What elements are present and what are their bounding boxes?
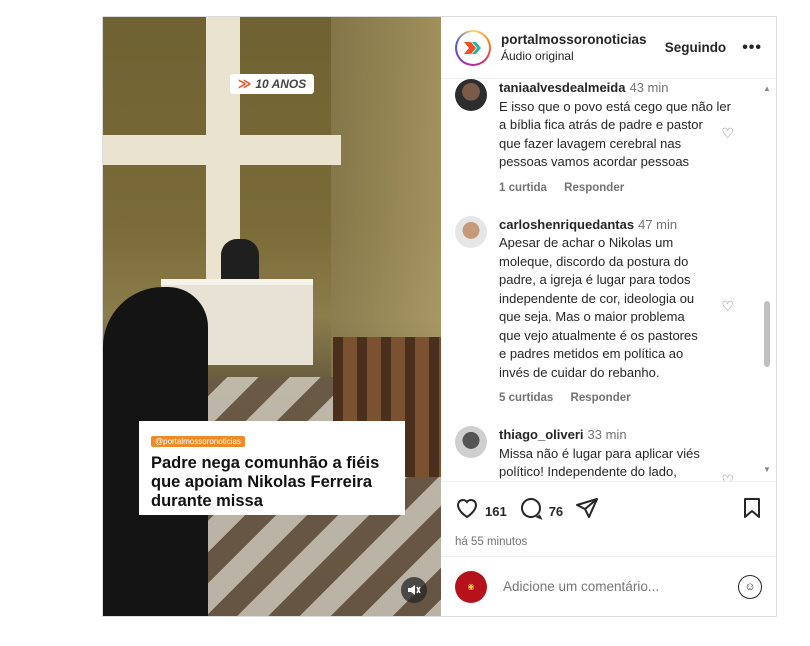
comment-header-line: taniaalvesdealmeida 43 min: [499, 79, 732, 98]
account-username[interactable]: portalmossoronoticias: [501, 32, 665, 47]
post-card: ≫ 10 ANOS @portalmossoronoticias Padre n…: [102, 16, 777, 617]
scroll-down-icon[interactable]: ▼: [763, 465, 771, 474]
audio-label[interactable]: Áudio original: [501, 49, 665, 63]
comment-text-line: E isso que o povo está cego que não ler: [499, 98, 731, 114]
comment-input[interactable]: [501, 578, 738, 595]
comment-text-line: que seja. Mas o maior problema: [499, 309, 685, 324]
bookmark-icon[interactable]: [742, 497, 762, 525]
emoji-icon[interactable]: ☺: [738, 574, 762, 599]
heart-icon[interactable]: ♡: [721, 298, 734, 315]
likes-count[interactable]: 161: [485, 504, 507, 519]
share-icon[interactable]: [575, 496, 599, 526]
account-info: portalmossoronoticias Áudio original: [501, 32, 665, 63]
comment-time: 47 min: [638, 216, 678, 232]
comment-likes-count[interactable]: 5 curtidas: [499, 392, 553, 404]
comment-text-line: pessoas vamos acordar pessoas: [499, 154, 690, 169]
commenter-username[interactable]: taniaalvesdealmeida: [499, 80, 625, 95]
scrollbar-thumb[interactable]: [764, 301, 770, 367]
comment-text-line: independente de cor, ideologia ou: [499, 290, 695, 306]
like-heart-icon[interactable]: [455, 497, 479, 525]
current-user-avatar: ◉: [455, 570, 487, 603]
comment-header-line: thiago_oliveri 33 min: [499, 426, 732, 445]
more-options-icon[interactable]: •••: [742, 39, 762, 57]
actions-row: 161 76: [455, 496, 762, 526]
comment-likes-count[interactable]: 1 curtida: [499, 182, 547, 194]
heart-icon[interactable]: ♡: [721, 125, 734, 142]
comment-time: 33 min: [587, 427, 627, 442]
brand-logo-icon: [457, 31, 489, 64]
scroll-up-icon[interactable]: ▲: [763, 84, 771, 93]
reply-button[interactable]: Responder: [571, 392, 631, 404]
commenter-avatar[interactable]: [455, 215, 487, 248]
post-header: portalmossoronoticias Áudio original Seg…: [441, 17, 776, 79]
comment-bubble-icon[interactable]: [519, 496, 543, 526]
commenter-username[interactable]: carloshenriquedantas: [499, 217, 634, 232]
caption-headline: Padre nega comunhão a fiéis que apoiam N…: [151, 454, 380, 510]
comment-text-line: Apesar de achar o Nikolas um: [499, 235, 674, 250]
comment-item: thiago_oliveri 33 min Missa não é lugar p…: [455, 426, 762, 481]
following-button[interactable]: Seguindo: [665, 40, 727, 55]
brand-logo-icon: ≫: [237, 76, 252, 91]
comment-item: carloshenriquedantas 47 min Apesar de ach…: [455, 215, 762, 404]
heart-icon[interactable]: ♡: [721, 472, 734, 481]
comment-text-line: moleque, discordo da postura do: [499, 253, 689, 269]
comments-count[interactable]: 76: [549, 504, 563, 519]
reply-button[interactable]: Responder: [564, 182, 624, 194]
comments-list[interactable]: taniaalvesdealmeida 43 min E isso que o p…: [441, 79, 776, 481]
comment-meta: 5 curtidas Responder: [499, 392, 732, 404]
comment-item: taniaalvesdealmeida 43 min E isso que o p…: [455, 79, 762, 194]
video-player[interactable]: ≫ 10 ANOS @portalmossoronoticias Padre n…: [103, 17, 441, 616]
comment-text-line: que fazer lavagem cerebral nas: [499, 135, 682, 151]
post-side-panel: portalmossoronoticias Áudio original Seg…: [441, 17, 776, 616]
comment-text-line: invés de cuidar do rebanho.: [499, 364, 660, 380]
comments-scrollbar[interactable]: ▲ ▼: [762, 79, 772, 481]
comment-text-line: a bíblia fica atrás de padre e pastor: [499, 117, 703, 132]
comment-text-line: padre, a igreja é lugar para todos: [499, 272, 691, 287]
caption-handle: @portalmossoronoticias: [151, 436, 245, 447]
cross-image-beam: [103, 135, 341, 165]
mute-icon[interactable]: [401, 577, 427, 603]
comment-text-line: político! Independente do lado,: [499, 464, 677, 479]
comment-meta: 1 curtida Responder: [499, 182, 732, 194]
video-wall-panel: [331, 17, 441, 377]
commenter-avatar[interactable]: [455, 426, 487, 458]
comment-text-line: Missa não é lugar para aplicar viés: [499, 445, 700, 461]
commenter-username[interactable]: thiago_oliveri: [499, 427, 584, 442]
add-comment-bar: ◉ ☺: [441, 556, 776, 616]
commenter-avatar[interactable]: [455, 79, 487, 111]
post-actions: 161 76 há 55 minutos: [441, 481, 776, 551]
account-avatar[interactable]: [455, 29, 491, 66]
anniversary-badge: ≫ 10 ANOS: [230, 74, 314, 94]
comment-text-line: e padres metidos em política ao: [499, 346, 684, 361]
comment-time: 43 min: [629, 80, 669, 95]
post-timestamp: há 55 minutos: [455, 536, 528, 548]
comment-text-line: que vejo atualmente é os pastores: [499, 327, 698, 343]
comment-header-line: carloshenriquedantas 47 min: [499, 216, 732, 235]
badge-text: 10 ANOS: [255, 77, 307, 91]
video-caption: @portalmossoronoticias Padre nega comunh…: [139, 421, 405, 515]
